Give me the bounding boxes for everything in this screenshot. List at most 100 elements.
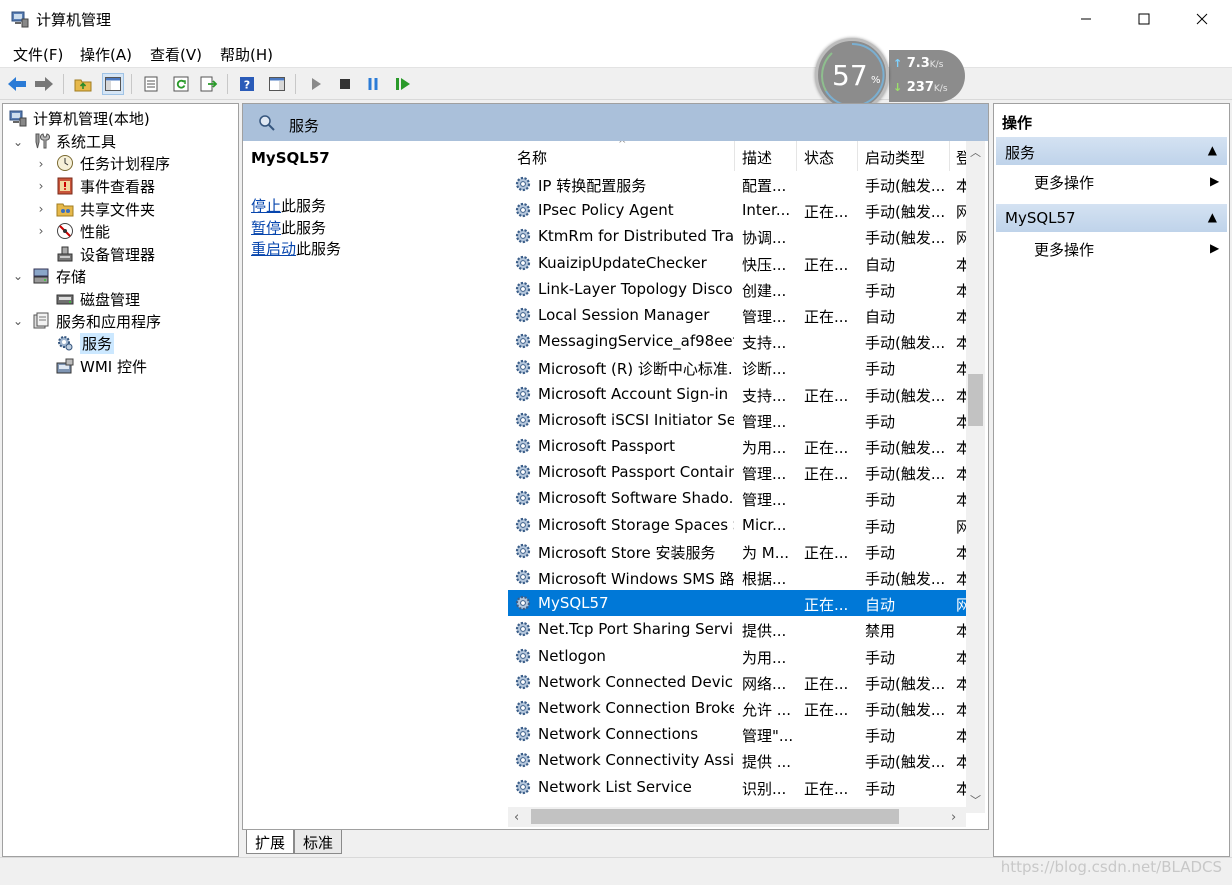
menu-action[interactable]: 操作(A) <box>80 44 132 65</box>
scroll-up-icon[interactable]: ︿ <box>970 144 981 160</box>
tab-standard[interactable]: 标准 <box>294 830 343 854</box>
stop-service-link[interactable]: 停止 <box>251 197 281 215</box>
column-header-description[interactable]: 描述 <box>742 147 792 167</box>
scroll-left-icon[interactable]: ‹ <box>514 810 519 825</box>
restart-service-button[interactable] <box>392 73 414 95</box>
minimize-button[interactable] <box>1057 0 1115 38</box>
show-hide-action-pane-button[interactable] <box>266 73 288 95</box>
table-row[interactable]: Microsoft Windows SMS 路... 根据... 手动(触发... 本 <box>508 564 968 590</box>
download-speed: ↓ 237K/s <box>893 80 948 95</box>
back-button[interactable] <box>6 73 28 95</box>
menu-view[interactable]: 查看(V) <box>150 44 202 65</box>
table-row[interactable]: Microsoft Storage Spaces S...Micr...手动网 <box>508 512 968 538</box>
tree-item-performance[interactable]: 性能 <box>55 220 110 242</box>
service-name-cell: Microsoft Windows SMS 路... <box>538 570 734 588</box>
tab-extended[interactable]: 扩展 <box>246 830 295 854</box>
table-row[interactable]: Network Connectivity Assis... 提供 ... 手动(触发… <box>508 747 968 773</box>
table-row[interactable]: IP 转换配置服务 配置... 手动(触发... 本 <box>508 171 968 197</box>
table-row[interactable]: Net.Tcp Port Sharing Service 提供... 禁用本 <box>508 616 968 642</box>
table-row[interactable]: Microsoft Account Sign-in ... 支持... 正在... 手… <box>508 381 968 407</box>
chevron-down-icon[interactable]: ⌄ <box>12 310 24 332</box>
pause-service-button[interactable] <box>362 73 384 95</box>
scroll-down-icon[interactable]: ﹀ <box>970 792 981 808</box>
tree-item-wmi-control[interactable]: WMI 控件 <box>55 355 147 377</box>
menu-help[interactable]: 帮助(H) <box>220 44 273 65</box>
help-button[interactable]: ? <box>236 73 258 95</box>
table-row[interactable]: Network Connected Devic... 网络... 正在... 手动(触… <box>508 669 968 695</box>
service-status-cell: 正在... <box>804 674 849 693</box>
start-service-button[interactable] <box>305 73 327 95</box>
pause-service-link[interactable]: 暂停 <box>251 219 281 237</box>
table-row[interactable]: Netlogon 为用... 手动本 <box>508 643 968 669</box>
service-status-cell: 正在... <box>804 465 849 484</box>
service-gear-icon <box>513 698 533 718</box>
more-actions-mysql57[interactable]: 更多操作 <box>1034 239 1094 260</box>
menu-file[interactable]: 文件(F) <box>13 44 63 65</box>
tree-item-task-scheduler[interactable]: 任务计划程序 <box>55 152 170 174</box>
table-row[interactable]: Microsoft Passport 为用... 正在... 手动(触发... 本 <box>508 433 968 459</box>
column-header-status[interactable]: 状态 <box>804 147 854 167</box>
table-row[interactable]: Microsoft Software Shado... 管理... 手动本 <box>508 485 968 511</box>
tree-item-computer-management[interactable]: 计算机管理(本地) <box>8 107 150 129</box>
actions-section-services[interactable]: 服务 ▲ <box>996 137 1227 165</box>
tree-item-event-viewer[interactable]: 事件查看器 <box>55 175 155 197</box>
tree-item-device-manager[interactable]: 设备管理器 <box>55 243 155 265</box>
table-row[interactable]: Microsoft (R) 诊断中心标准... 诊断... 手动本 <box>508 354 968 380</box>
vertical-scrollbar[interactable]: ︿ ﹀ <box>966 141 985 813</box>
table-row[interactable]: MessagingService_af98eef 支持... 手动(触发... 本 <box>508 328 968 354</box>
up-folder-button[interactable] <box>72 73 94 95</box>
table-row[interactable]: Microsoft iSCSI Initiator Ser... 管理... 手动本 <box>508 407 968 433</box>
stop-service-button[interactable] <box>334 73 356 95</box>
tree-item-services[interactable]: 服务 <box>55 332 115 354</box>
chevron-right-icon[interactable]: › <box>35 220 47 242</box>
column-header-name[interactable]: 名称 <box>517 147 717 167</box>
forward-arrow-icon <box>35 77 53 91</box>
service-startup-cell: 手动(触发... <box>865 701 946 719</box>
chevron-down-icon[interactable]: ⌄ <box>12 265 24 287</box>
scroll-right-icon[interactable]: › <box>951 810 956 825</box>
table-row[interactable]: Network List Service 识别... 正在... 手动本 <box>508 774 968 800</box>
tree-item-services-and-apps[interactable]: 服务和应用程序 <box>31 310 161 332</box>
service-name-cell: Microsoft Storage Spaces S... <box>538 515 734 534</box>
table-row[interactable]: Microsoft Store 安装服务为 M... 正在... 手动本 <box>508 538 968 564</box>
refresh-button[interactable] <box>170 73 192 95</box>
service-status-cell: 正在... <box>804 386 849 405</box>
close-button[interactable] <box>1173 0 1231 38</box>
tree-item-system-tools[interactable]: 系统工具 <box>31 130 116 152</box>
actions-section-mysql57[interactable]: MySQL57 ▲ <box>996 204 1227 232</box>
tree-item-shared-folders[interactable]: 共享文件夹 <box>55 198 155 220</box>
collapse-icon[interactable]: ▲ <box>1208 143 1217 157</box>
table-row[interactable]: Network Connection Broker 允许 ... 正在... 手动(触… <box>508 695 968 721</box>
table-row[interactable]: Link-Layer Topology Disco... 创建... 手动本 <box>508 276 968 302</box>
forward-button[interactable] <box>33 73 55 95</box>
maximize-button[interactable] <box>1115 0 1173 38</box>
chevron-right-icon[interactable]: › <box>35 198 47 220</box>
table-row[interactable]: KtmRm for Distributed Tra... 协调... 手动(触发..… <box>508 223 968 249</box>
vertical-scroll-thumb[interactable] <box>968 374 983 426</box>
chevron-down-icon[interactable]: ⌄ <box>12 131 24 153</box>
service-status-cell: 正在... <box>804 203 849 222</box>
service-description-cell: 协调... <box>742 229 787 248</box>
tree-item-disk-management[interactable]: 磁盘管理 <box>55 288 140 310</box>
table-row[interactable]: Network Connections 管理"... 手动本 <box>508 721 968 747</box>
export-list-button[interactable] <box>198 73 220 95</box>
table-row[interactable]: Local Session Manager 管理... 正在... 自动本 <box>508 302 968 328</box>
network-speed-widget[interactable]: ↑ 7.3K/s ↓ 237K/s 57 % <box>815 38 967 112</box>
more-actions-services[interactable]: 更多操作 <box>1034 172 1094 193</box>
service-name-cell: IPsec Policy Agent <box>538 201 674 220</box>
horizontal-scrollbar[interactable]: ‹ › <box>508 807 966 827</box>
horizontal-scroll-thumb[interactable] <box>531 809 899 824</box>
table-row[interactable]: MySQL57 正在... 自动网 <box>508 590 968 617</box>
tree-item-storage[interactable]: 存储 <box>31 265 86 287</box>
collapse-icon[interactable]: ▲ <box>1208 210 1217 224</box>
chevron-right-icon[interactable]: › <box>35 153 47 175</box>
restart-service-link[interactable]: 重启动 <box>251 240 296 258</box>
show-hide-tree-button[interactable] <box>102 73 124 95</box>
properties-button[interactable] <box>140 73 162 95</box>
services-search-icon <box>259 115 275 131</box>
table-row[interactable]: KuaizipUpdateChecker 快压... 正在... 自动本 <box>508 250 968 276</box>
table-row[interactable]: IPsec Policy Agent Inter... 正在... 手动(触发... 网 <box>508 197 968 223</box>
table-row[interactable]: Microsoft Passport Container 管理... 正在... 手动… <box>508 459 968 485</box>
chevron-right-icon[interactable]: › <box>35 175 47 197</box>
column-header-startup-type[interactable]: 启动类型 <box>865 147 945 167</box>
